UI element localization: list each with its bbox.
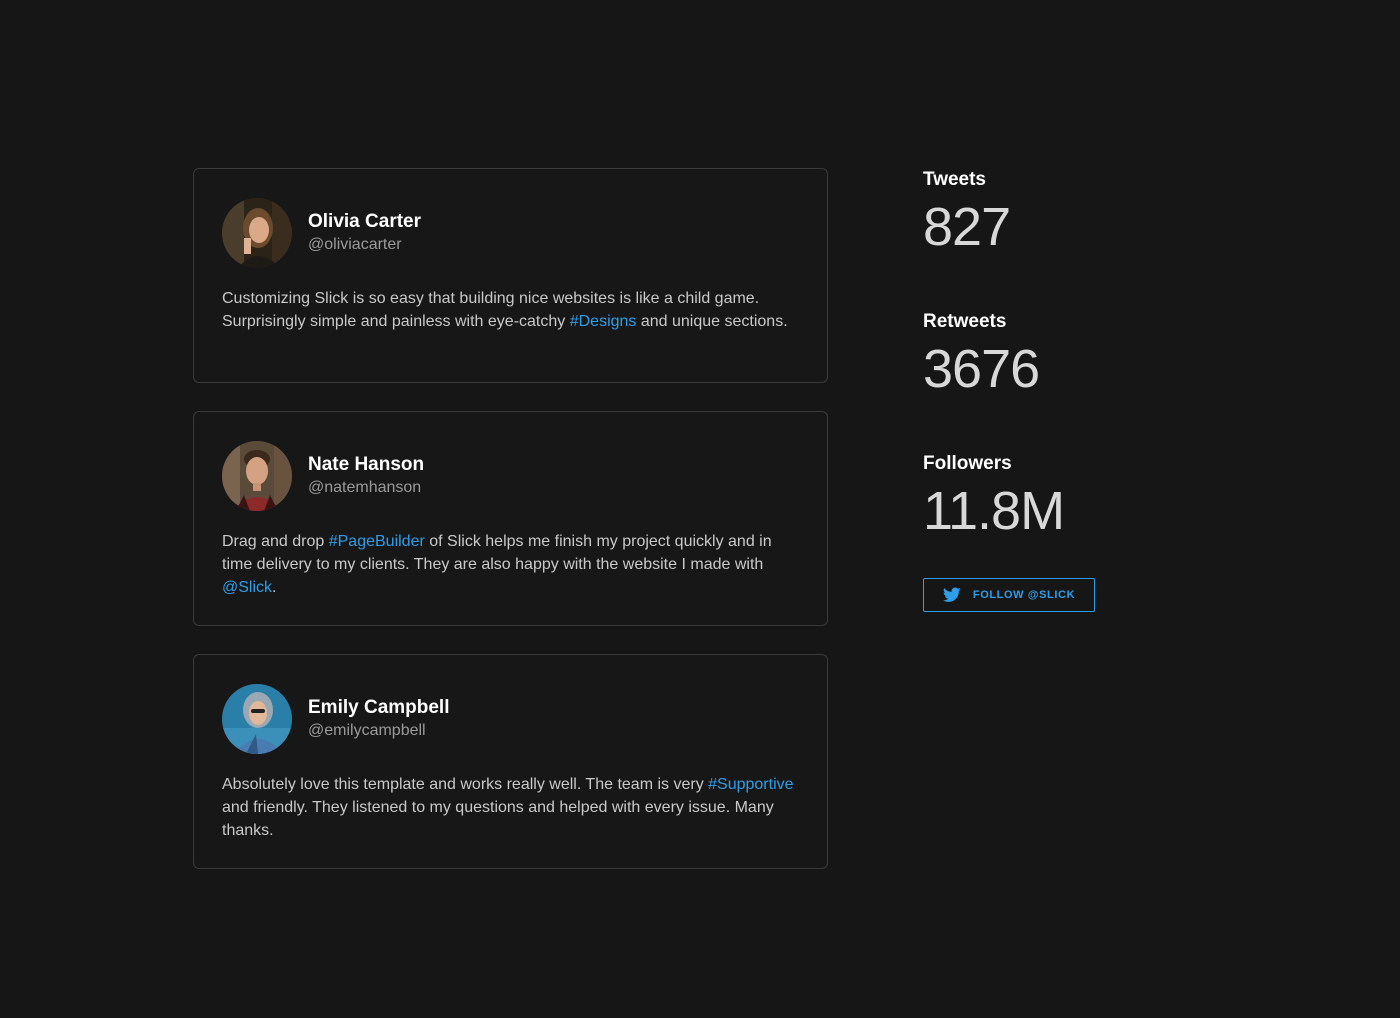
author-name[interactable]: Nate Hanson <box>308 453 424 477</box>
follow-button-label: FOLLOW @SLICK <box>972 589 1076 601</box>
tweet-card: Olivia Carter @oliviacarter Customizing … <box>193 168 828 383</box>
avatar[interactable] <box>222 441 292 511</box>
hashtag-link[interactable]: #PageBuilder <box>329 533 425 550</box>
tweet-header: Emily Campbell @emilycampbell <box>222 683 799 755</box>
author-name[interactable]: Olivia Carter <box>308 210 421 234</box>
avatar[interactable] <box>222 684 292 754</box>
tweet-text-part: and friendly. They listened to my questi… <box>222 799 774 839</box>
avatar[interactable] <box>222 198 292 268</box>
stat-label: Followers <box>923 453 1012 474</box>
tweet-text-part: . <box>272 579 277 596</box>
hashtag-link[interactable]: #Supportive <box>708 776 793 793</box>
stat-label: Retweets <box>923 311 1007 332</box>
tweet-text-part: Absolutely love this template and works … <box>222 776 709 793</box>
hashtag-link[interactable]: #Designs <box>570 313 637 330</box>
tweet-card: Nate Hanson @natemhanson Drag and drop #… <box>193 411 828 626</box>
author-handle[interactable]: @oliviacarter <box>308 234 421 256</box>
tweet-header: Nate Hanson @natemhanson <box>222 440 799 512</box>
stat-value: 827 <box>923 197 1011 257</box>
tweet-text-part: Drag and drop <box>222 533 329 550</box>
follow-button[interactable]: FOLLOW @SLICK <box>923 578 1095 612</box>
tweet-card: Emily Campbell @emilycampbell Absolutely… <box>193 654 828 869</box>
tweet-list: Olivia Carter @oliviacarter Customizing … <box>193 168 828 897</box>
stat-tweets: Tweets 827 <box>923 168 1223 310</box>
mention-link[interactable]: @Slick <box>222 579 272 596</box>
twitter-bird-icon <box>942 587 961 603</box>
author-info: Nate Hanson @natemhanson <box>308 453 424 499</box>
stat-retweets: Retweets 3676 <box>923 310 1223 452</box>
stat-value: 11.8M <box>923 481 1065 541</box>
author-name[interactable]: Emily Campbell <box>308 696 450 720</box>
author-handle[interactable]: @natemhanson <box>308 477 424 499</box>
stat-followers: Followers 11.8M <box>923 452 1223 594</box>
author-handle[interactable]: @emilycampbell <box>308 720 450 742</box>
tweet-text: Drag and drop #PageBuilder of Slick help… <box>222 530 797 599</box>
tweet-text-part: and unique sections. <box>636 313 788 330</box>
stat-value: 3676 <box>923 339 1040 399</box>
tweet-header: Olivia Carter @oliviacarter <box>222 197 799 269</box>
stat-label: Tweets <box>923 169 987 190</box>
tweet-text: Customizing Slick is so easy that buildi… <box>222 287 797 333</box>
author-info: Emily Campbell @emilycampbell <box>308 696 450 742</box>
author-info: Olivia Carter @oliviacarter <box>308 210 421 256</box>
stats-panel: Tweets 827 Retweets 3676 Followers 11.8M… <box>923 168 1223 612</box>
tweet-text: Absolutely love this template and works … <box>222 773 797 842</box>
